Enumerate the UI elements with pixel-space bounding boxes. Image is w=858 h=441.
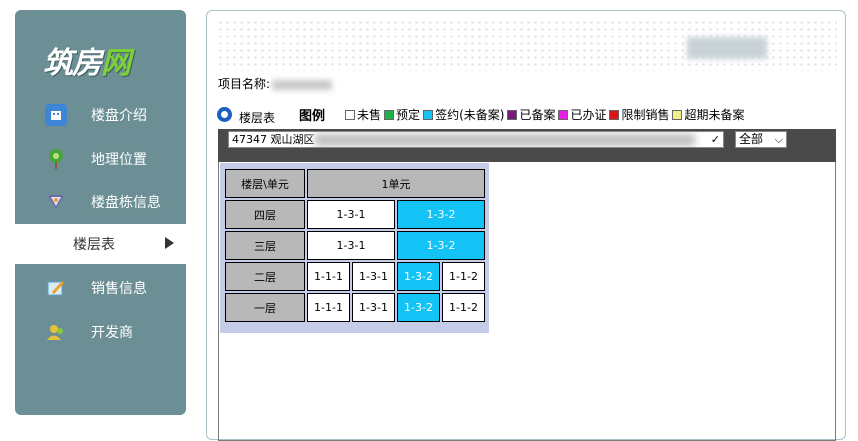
room-cell[interactable]: 1-1-1 [307, 293, 350, 322]
legend-swatch [423, 109, 434, 120]
unit-select-value: 全部 [739, 132, 764, 146]
map-pin-icon [45, 148, 67, 170]
project-name-label: 项目名称: [218, 77, 271, 91]
room-cell[interactable]: 1-1-1 [307, 262, 350, 291]
main-panel: 项目名称: 楼层表 图例 未售 预定 签约(未备案) 已备案 已办证 限制销售 … [206, 10, 846, 441]
legend-item-reserved: 预定 [384, 106, 420, 123]
legend-label: 已办证 [570, 108, 607, 122]
banner-redacted-title [687, 37, 767, 59]
developer-user-icon [45, 321, 67, 343]
floor-label: 二层 [225, 262, 305, 291]
room-cell[interactable]: 1-3-2 [397, 293, 440, 322]
logo-text: 筑房 [43, 46, 102, 81]
table-row: 一层 1-1-1 1-3-1 1-3-2 1-1-2 [225, 293, 485, 322]
legend-item-signed: 签约(未备案) [423, 106, 504, 123]
table-row: 四层 1-3-1 1-3-2 [225, 200, 485, 229]
sidebar-item-building-info[interactable]: 楼盘栋信息 [15, 182, 186, 222]
table-row: 三层 1-3-1 1-3-2 [225, 231, 485, 260]
legend-row: 楼层表 图例 未售 预定 签约(未备案) 已备案 已办证 限制销售 超期未备案 [218, 105, 748, 125]
legend-label: 超期未备案 [684, 108, 745, 122]
floor-label: 四层 [225, 200, 305, 229]
room-cell[interactable]: 1-3-2 [397, 200, 485, 229]
legend-swatch [345, 109, 356, 120]
building-select[interactable]: 47347 观山湖区 ✓ [228, 131, 724, 148]
edit-pencil-icon [45, 277, 67, 299]
building-select-redacted [314, 134, 695, 146]
legend-item-restricted: 限制销售 [609, 106, 669, 123]
view-radio-label: 楼层表 [239, 111, 276, 125]
sidebar-item-developer[interactable]: 开发商 [15, 312, 186, 352]
project-name-row: 项目名称: [218, 75, 333, 92]
building-list-icon [45, 191, 67, 213]
legend-item-overdue: 超期未备案 [672, 106, 745, 123]
legend-label: 未售 [357, 108, 382, 122]
sidebar-item-label: 楼层表 [73, 237, 115, 253]
room-cell[interactable]: 1-1-2 [442, 293, 485, 322]
floor-label: 一层 [225, 293, 305, 322]
floor-table: 楼层\单元 1单元 四层 1-3-1 1-3-2 三层 1-3-1 1-3-2 … [223, 167, 487, 324]
header-unit-name: 1单元 [307, 169, 485, 198]
triangle-right-icon [165, 237, 174, 249]
legend-label: 限制销售 [621, 108, 670, 122]
room-cell[interactable]: 1-3-1 [307, 200, 395, 229]
room-cell[interactable]: 1-3-2 [397, 262, 440, 291]
logo-text-accent: 网 [101, 46, 131, 81]
legend-swatch [384, 109, 395, 120]
sidebar-item-location[interactable]: 地理位置 [15, 139, 186, 179]
legend-label: 已备案 [519, 108, 556, 122]
room-cell[interactable]: 1-3-1 [352, 262, 395, 291]
sidebar-item-floor-table[interactable]: 楼层表 [15, 224, 186, 264]
sidebar-item-label: 销售信息 [91, 281, 147, 297]
room-cell[interactable]: 1-3-2 [397, 231, 485, 260]
building-info-icon [45, 104, 67, 126]
floor-table-wrap: 楼层\单元 1单元 四层 1-3-1 1-3-2 三层 1-3-1 1-3-2 … [220, 163, 489, 333]
legend-swatch [507, 109, 518, 120]
banner-pattern [217, 19, 837, 71]
legend-swatch [672, 109, 683, 120]
legend-label: 签约(未备案) [435, 108, 505, 122]
table-header-row: 楼层\单元 1单元 [225, 169, 485, 198]
sidebar-item-label: 楼盘介绍 [91, 108, 147, 124]
floor-label: 三层 [225, 231, 305, 260]
sidebar-item-label: 地理位置 [91, 152, 147, 168]
legend-item-filed: 已备案 [507, 106, 555, 123]
legend-swatch [558, 109, 569, 120]
legend-swatch [609, 109, 620, 120]
building-select-value: 47347 观山湖区 [232, 133, 315, 146]
sidebar-item-project-intro[interactable]: 楼盘介绍 [15, 95, 186, 135]
selector-bar: 47347 观山湖区 ✓ 全部 ⌵ [218, 129, 836, 162]
legend-title: 图例 [299, 109, 326, 124]
view-radio[interactable] [218, 108, 231, 121]
legend-item-certified: 已办证 [558, 106, 606, 123]
chevron-down-icon: ⌵ [774, 133, 783, 146]
sidebar: 筑房网 楼盘介绍 地理位置 楼盘栋信息 楼层表 销售信息 开发商 [15, 10, 186, 415]
unit-select[interactable]: 全部 ⌵ [735, 131, 787, 148]
chevron-down-icon: ✓ [710, 133, 720, 146]
room-cell[interactable]: 1-3-1 [307, 231, 395, 260]
room-cell[interactable]: 1-1-2 [442, 262, 485, 291]
sidebar-item-label: 楼盘栋信息 [91, 195, 161, 211]
legend-item-unsold: 未售 [345, 106, 381, 123]
site-logo[interactable]: 筑房网 [43, 38, 131, 82]
header-floor-unit: 楼层\单元 [225, 169, 305, 198]
legend-label: 预定 [396, 108, 421, 122]
room-cell[interactable]: 1-3-1 [352, 293, 395, 322]
project-name-redacted [272, 79, 333, 90]
sidebar-item-label: 开发商 [91, 325, 133, 341]
sidebar-item-sales-info[interactable]: 销售信息 [15, 268, 186, 308]
table-row: 二层 1-1-1 1-3-1 1-3-2 1-1-2 [225, 262, 485, 291]
